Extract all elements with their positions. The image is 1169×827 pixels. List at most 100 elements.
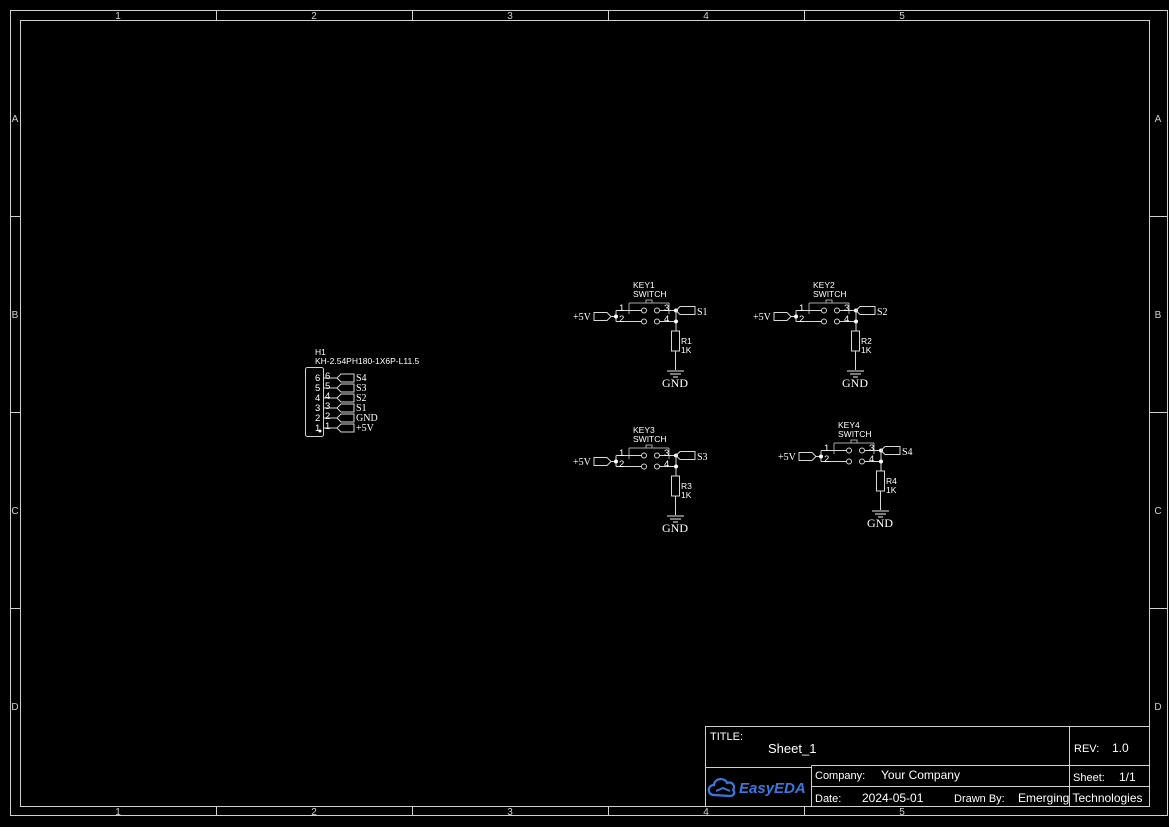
zone-row-B: B bbox=[12, 310, 19, 321]
cloud-icon bbox=[707, 778, 736, 798]
zone-column-2: 2 bbox=[311, 11, 317, 22]
net-flag bbox=[336, 423, 355, 433]
ground-label: GND bbox=[662, 521, 688, 535]
zone-row-B-right: B bbox=[1155, 310, 1162, 321]
net-label-output: S2 bbox=[877, 307, 888, 318]
switch-contact bbox=[641, 463, 647, 470]
zone-row-C-right: C bbox=[1154, 506, 1161, 517]
company-value: Your Company bbox=[881, 768, 960, 782]
drawn-by-label: Drawn By: bbox=[954, 793, 1005, 805]
net-label-5v: +5V bbox=[778, 452, 797, 463]
title-label: TITLE: bbox=[710, 731, 743, 743]
logo-text: EasyEDA bbox=[739, 780, 806, 797]
switch-pin-number: 2 bbox=[824, 454, 829, 465]
switch-type: SWITCH bbox=[633, 289, 667, 299]
ground-label: GND bbox=[867, 516, 893, 530]
zone-row-A-right: A bbox=[1155, 114, 1162, 125]
net-flag bbox=[593, 312, 612, 321]
switch-contact bbox=[641, 452, 647, 459]
connector-h1[interactable]: H1 KH-2.54PH180-1X6P-L11.5 6 6 S45 5 S34 4 S23… bbox=[305, 347, 420, 437]
switch-contact bbox=[846, 447, 852, 454]
switch-pin-number: 1 bbox=[824, 443, 829, 454]
switch-contact bbox=[859, 458, 865, 465]
switch-actuator bbox=[809, 299, 849, 304]
switch-contact bbox=[641, 307, 647, 314]
net-label-5v: +5V bbox=[356, 423, 375, 434]
switch-type: SWITCH bbox=[813, 289, 847, 299]
connector-part-number: KH-2.54PH180-1X6P-L11.5 bbox=[315, 356, 420, 366]
switch-contact bbox=[821, 318, 827, 325]
switch-pin-number: 4 bbox=[664, 459, 669, 470]
resistor-body bbox=[876, 470, 885, 492]
switch-contact bbox=[654, 452, 660, 459]
sheet-title: Sheet_1 bbox=[768, 741, 816, 756]
zone-column-5-bottom: 5 bbox=[899, 807, 905, 818]
date-value: 2024-05-01 bbox=[862, 791, 924, 805]
zone-column-3: 3 bbox=[507, 11, 513, 22]
zone-column-3-bottom: 3 bbox=[507, 807, 513, 818]
resistor-value: 1K bbox=[681, 345, 692, 355]
company-label: Company: bbox=[815, 770, 865, 782]
net-label-5v: +5V bbox=[753, 312, 772, 323]
net-label-5v: +5V bbox=[573, 312, 592, 323]
net-flag bbox=[336, 393, 355, 403]
switch-contact bbox=[654, 463, 660, 470]
switch-circuit-key1[interactable]: KEY1SWITCH+5V1234S1R11KGND bbox=[573, 280, 708, 390]
switch-contact bbox=[654, 318, 660, 325]
switch-pin-number: 1 bbox=[619, 448, 624, 459]
switch-pin-number: 1 bbox=[619, 303, 624, 314]
switch-contact bbox=[641, 318, 647, 325]
switch-pin-number: 2 bbox=[619, 314, 624, 325]
resistor-value: 1K bbox=[681, 490, 692, 500]
switch-pin-number: 4 bbox=[664, 314, 669, 325]
title-block: TITLE: Sheet_1 REV: 1.0 Company: Your Co… bbox=[705, 726, 1150, 807]
zone-column-5: 5 bbox=[899, 11, 905, 22]
drawn-by-value: Emerging Technologies bbox=[1018, 791, 1143, 805]
net-flag bbox=[855, 306, 876, 315]
net-flag bbox=[336, 403, 355, 413]
switch-circuit-key2[interactable]: KEY2SWITCH+5V1234S2R21KGND bbox=[753, 280, 888, 390]
zone-markers: 1122334455A AB BC CD D bbox=[10, 10, 1168, 818]
schematic-canvas[interactable]: 1122334455A AB BC CD D H1 KH-2.54PH180-1X6P-… bbox=[0, 0, 1169, 827]
net-flag bbox=[593, 457, 612, 466]
resistor-value: 1K bbox=[861, 345, 872, 355]
junction-dot bbox=[854, 319, 858, 324]
switch-actuator bbox=[629, 299, 669, 304]
net-flag bbox=[675, 306, 696, 315]
switch-contact bbox=[846, 458, 852, 465]
zone-column-1-bottom: 1 bbox=[115, 807, 121, 818]
switch-circuit-key4[interactable]: KEY4SWITCH+5V1234S4R41KGND bbox=[778, 420, 913, 530]
junction-dot bbox=[614, 314, 618, 319]
switch-pin-number: 2 bbox=[799, 314, 804, 325]
switch-pin-number: 4 bbox=[869, 454, 874, 465]
resistor-value: 1K bbox=[886, 485, 897, 495]
switch-pin-number: 2 bbox=[619, 459, 624, 470]
zone-column-4-bottom: 4 bbox=[703, 807, 709, 818]
switch-type: SWITCH bbox=[633, 434, 667, 444]
switch-contact bbox=[821, 307, 827, 314]
zone-column-1: 1 bbox=[115, 11, 121, 22]
net-flag bbox=[675, 451, 696, 460]
date-label: Date: bbox=[815, 793, 841, 805]
pin1-marker bbox=[318, 429, 322, 433]
easyeda-logo: EasyEDA bbox=[707, 778, 806, 798]
net-flag bbox=[336, 413, 355, 423]
switch-pin-number: 3 bbox=[664, 303, 669, 314]
net-flag bbox=[336, 373, 355, 383]
net-flag bbox=[798, 452, 817, 461]
zone-row-C: C bbox=[11, 506, 18, 517]
zone-row-A: A bbox=[12, 114, 19, 125]
resistor-body bbox=[851, 330, 860, 352]
switch-pin-number: 3 bbox=[844, 303, 849, 314]
resistor-body bbox=[671, 475, 680, 497]
resistor-body bbox=[671, 330, 680, 352]
switch-pin-number: 1 bbox=[799, 303, 804, 314]
switch-actuator bbox=[834, 439, 874, 444]
net-label-5v: +5V bbox=[573, 457, 592, 468]
net-flag bbox=[880, 446, 901, 455]
ground-label: GND bbox=[842, 376, 868, 390]
inner-border bbox=[20, 20, 1150, 807]
switch-circuit-key3[interactable]: KEY3SWITCH+5V1234S3R31KGND bbox=[573, 425, 708, 535]
junction-dot bbox=[614, 459, 618, 464]
rev-label: REV: bbox=[1074, 743, 1099, 755]
